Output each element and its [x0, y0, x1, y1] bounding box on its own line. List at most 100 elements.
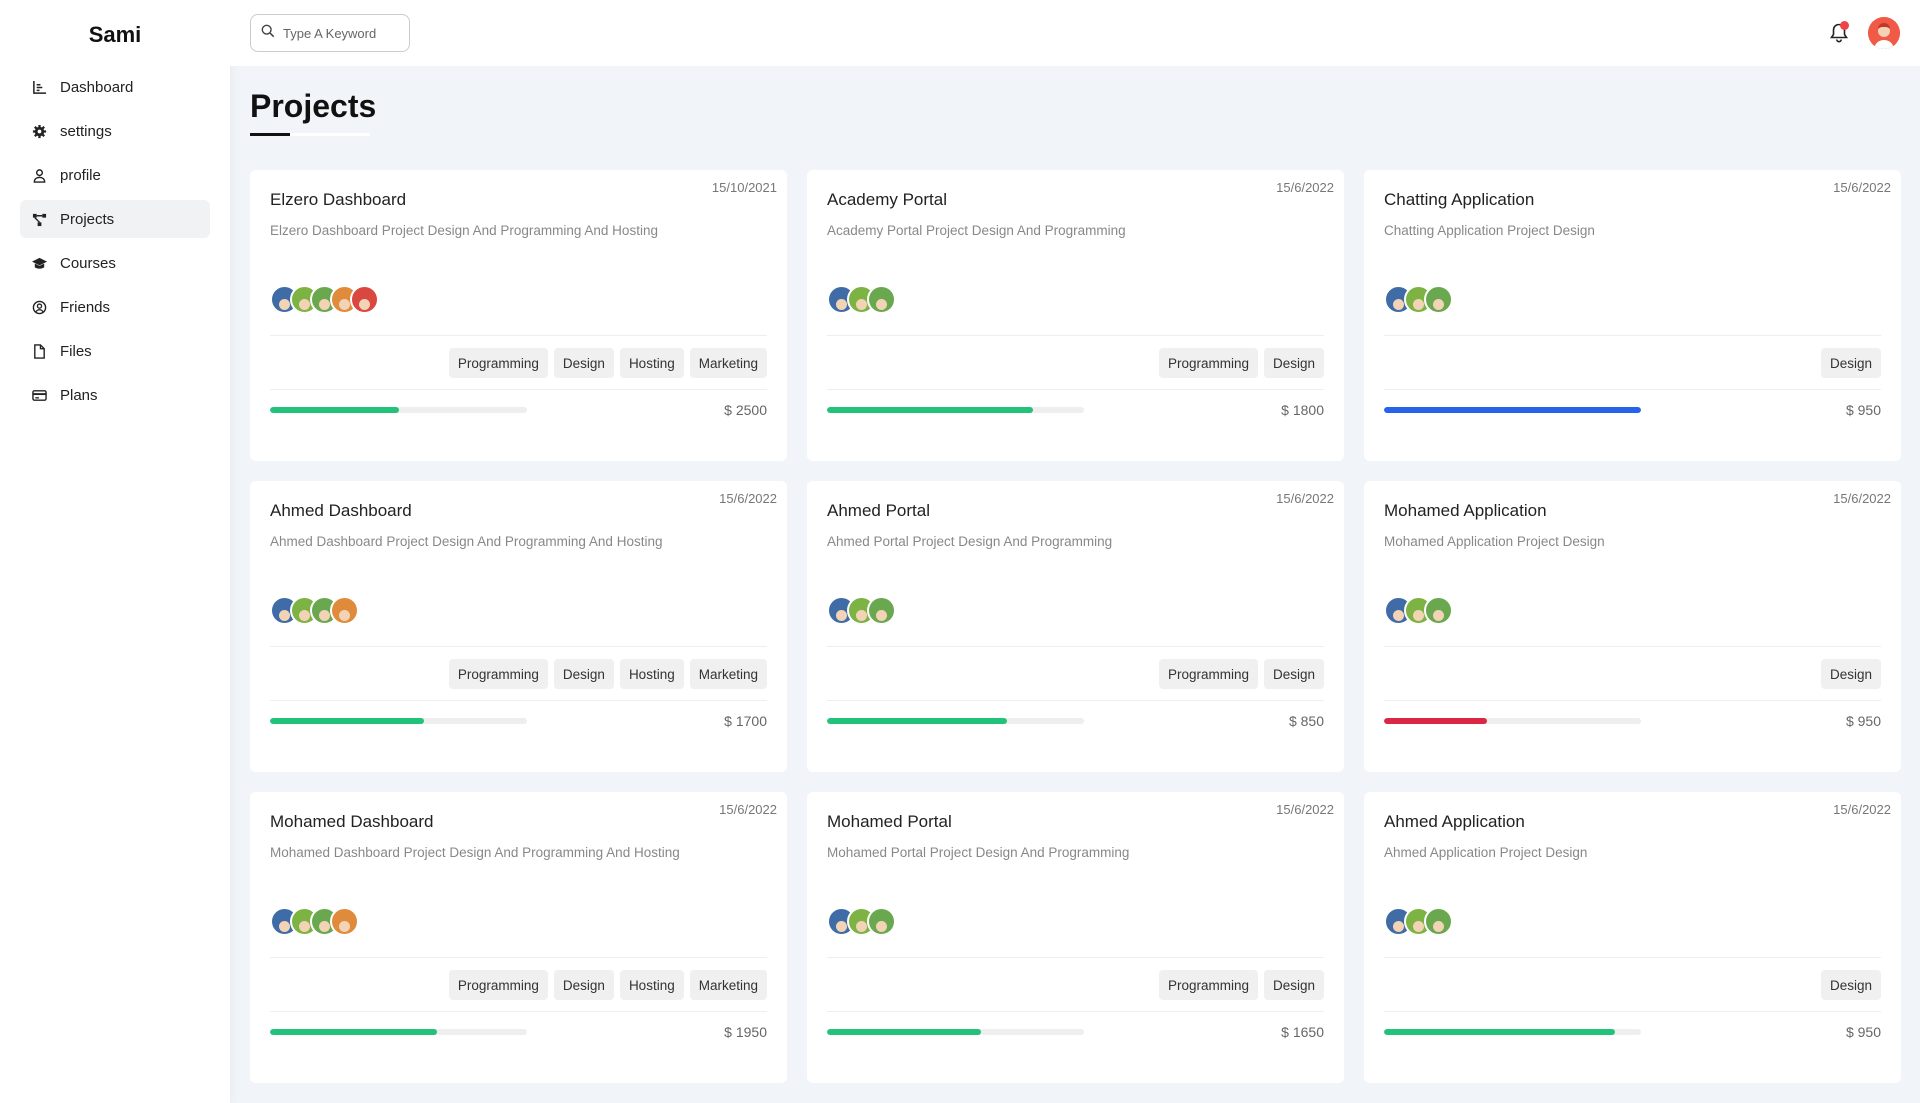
progress-fill [827, 1029, 982, 1035]
project-tag: Hosting [619, 970, 684, 1000]
divider [270, 646, 767, 647]
sidebar-item-settings[interactable]: settings [20, 112, 210, 150]
project-name: Mohamed Portal [827, 812, 952, 831]
member-avatar[interactable] [1424, 596, 1453, 625]
search-icon [261, 24, 275, 43]
sidebar-item-profile[interactable]: profile [20, 156, 210, 194]
project-tag: Design [1820, 970, 1881, 1000]
team-avatars [270, 907, 767, 937]
project-card[interactable]: 15/10/2021 Elzero Dashboard Elzero Dashb… [250, 170, 787, 461]
project-date: 15/6/2022 [1833, 491, 1891, 506]
project-price: $ 950 [1845, 713, 1881, 729]
divider [270, 389, 767, 390]
sidebar-item-courses[interactable]: Courses [20, 244, 210, 282]
project-card[interactable]: 15/6/2022 Mohamed Application Mohamed Ap… [1364, 481, 1901, 772]
project-tag: Design [1263, 659, 1324, 689]
project-name: Ahmed Dashboard [270, 501, 412, 520]
divider [270, 700, 767, 701]
bell-icon[interactable] [1828, 21, 1850, 44]
card-footer: $ 1700 [270, 713, 767, 729]
progress-fill [270, 718, 425, 724]
project-description: Mohamed Application Project Design [1384, 534, 1605, 549]
chart-icon [30, 78, 48, 96]
project-tag: Marketing [689, 659, 767, 689]
progress-bar [270, 407, 527, 413]
card-footer: $ 950 [1384, 402, 1881, 418]
search-input[interactable] [283, 25, 393, 41]
project-name: Elzero Dashboard [270, 190, 407, 209]
progress-fill [270, 407, 399, 413]
sidebar-item-projects[interactable]: Projects [20, 200, 210, 238]
card-footer: $ 1800 [827, 402, 1324, 418]
sidebar-item-files[interactable]: Files [20, 332, 210, 370]
project-price: $ 2500 [724, 402, 767, 418]
graduation-cap-icon [30, 254, 48, 272]
team-avatars [827, 907, 1324, 937]
progress-bar [827, 718, 1084, 724]
project-description: Mohamed Dashboard Project Design And Pro… [270, 845, 680, 860]
member-avatar[interactable] [330, 907, 359, 936]
member-avatar[interactable] [867, 907, 896, 936]
project-card[interactable]: 15/6/2022 Mohamed Portal Mohamed Portal … [807, 792, 1344, 1083]
project-tags: Programming Design [827, 348, 1324, 378]
divider [270, 957, 767, 958]
project-tag: Programming [448, 348, 548, 378]
progress-bar [1384, 407, 1641, 413]
card-footer: $ 950 [1384, 1024, 1881, 1040]
project-tag: Marketing [689, 970, 767, 1000]
sidebar-item-dashboard[interactable]: Dashboard [20, 68, 210, 106]
member-avatar[interactable] [867, 596, 896, 625]
divider [827, 957, 1324, 958]
member-avatar[interactable] [350, 285, 379, 314]
project-tag: Programming [448, 970, 548, 1000]
card-footer: $ 950 [1384, 713, 1881, 729]
project-description: Mohamed Portal Project Design And Progra… [827, 845, 1130, 860]
divider [1384, 700, 1881, 701]
progress-fill [1384, 407, 1641, 413]
project-tag: Marketing [689, 348, 767, 378]
project-date: 15/6/2022 [719, 802, 777, 817]
project-date: 15/10/2021 [711, 180, 777, 195]
title-underline [250, 133, 370, 136]
project-tag: Programming [1158, 348, 1258, 378]
project-price: $ 1800 [1281, 402, 1324, 418]
project-tag: Design [553, 348, 614, 378]
search-box[interactable] [250, 14, 410, 52]
project-name: Chatting Application [1384, 190, 1535, 209]
project-card[interactable]: 15/6/2022 Mohamed Dashboard Mohamed Dash… [250, 792, 787, 1083]
project-name: Mohamed Application [1384, 501, 1547, 520]
project-card[interactable]: 15/6/2022 Ahmed Portal Ahmed Portal Proj… [807, 481, 1344, 772]
member-avatar[interactable] [1424, 907, 1453, 936]
project-tags: Design [1384, 970, 1881, 1000]
progress-bar [1384, 1029, 1641, 1035]
sidebar-item-plans[interactable]: Plans [20, 376, 210, 414]
project-tag: Design [553, 659, 614, 689]
divider [270, 1011, 767, 1012]
avatar[interactable] [1868, 17, 1900, 49]
progress-fill [827, 718, 1007, 724]
sidebar: Sami Dashboard settings profile Projects [0, 0, 230, 1103]
sidebar-item-label: Plans [60, 386, 98, 404]
project-tag: Design [553, 970, 614, 1000]
divider [270, 335, 767, 336]
project-price: $ 950 [1845, 1024, 1881, 1040]
header-actions [1828, 17, 1900, 49]
progress-bar [827, 1029, 1084, 1035]
project-name: Academy Portal [827, 190, 947, 209]
project-card[interactable]: 15/6/2022 Ahmed Application Ahmed Applic… [1364, 792, 1901, 1083]
member-avatar[interactable] [330, 596, 359, 625]
member-avatar[interactable] [867, 285, 896, 314]
sidebar-item-label: profile [60, 166, 101, 184]
top-header [230, 0, 1920, 66]
sidebar-item-friends[interactable]: Friends [20, 288, 210, 326]
project-date: 15/6/2022 [1833, 802, 1891, 817]
member-avatar[interactable] [1424, 285, 1453, 314]
project-card[interactable]: 15/6/2022 Chatting Application Chatting … [1364, 170, 1901, 461]
sidebar-nav: Dashboard settings profile Projects Cour… [20, 68, 210, 414]
project-tags: Programming Design Hosting Marketing [270, 659, 767, 689]
project-card[interactable]: 15/6/2022 Academy Portal Academy Portal … [807, 170, 1344, 461]
progress-fill [1384, 718, 1487, 724]
project-card[interactable]: 15/6/2022 Ahmed Dashboard Ahmed Dashboar… [250, 481, 787, 772]
divider [1384, 957, 1881, 958]
project-tags: Design [1384, 348, 1881, 378]
